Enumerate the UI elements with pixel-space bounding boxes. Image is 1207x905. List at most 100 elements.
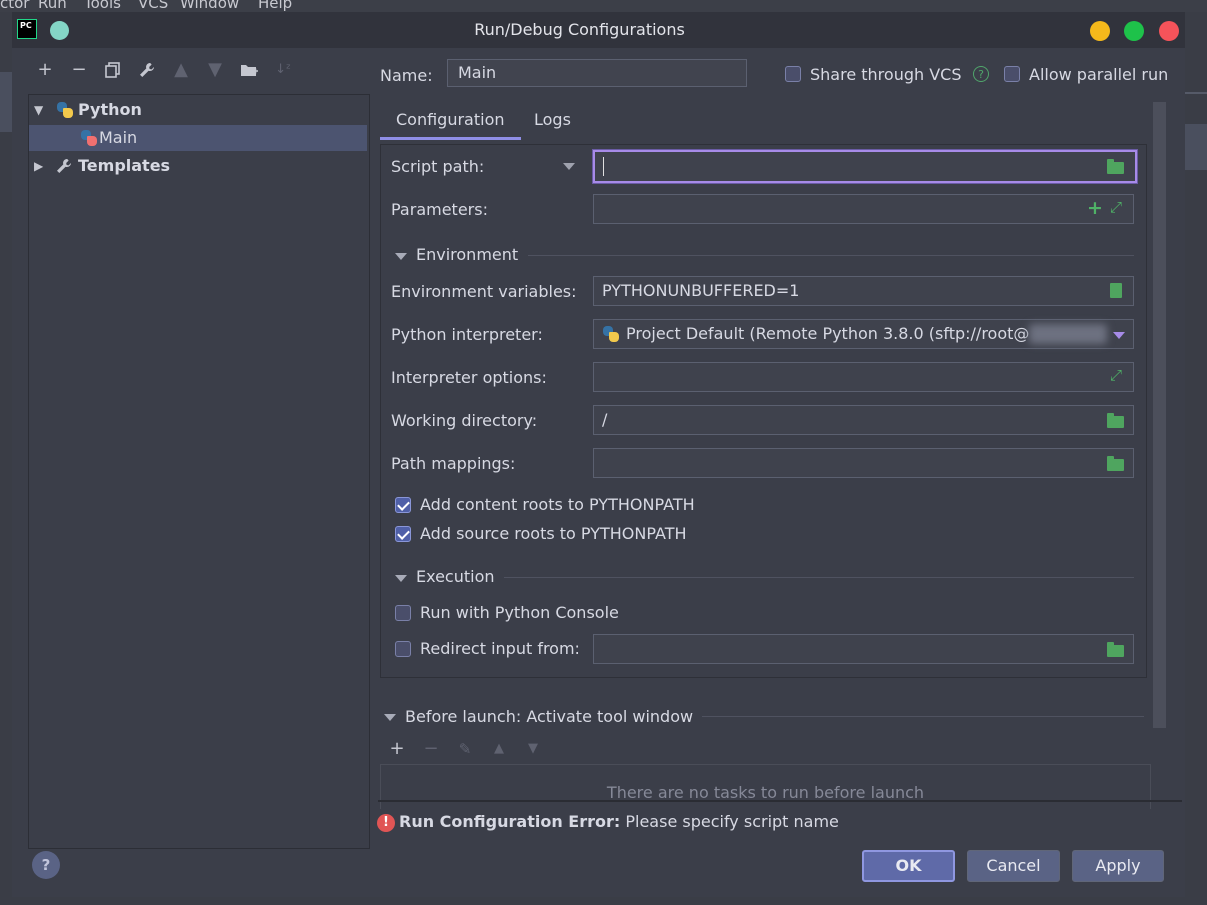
maximize-button[interactable] — [1124, 21, 1144, 41]
python-interpreter-icon — [603, 326, 619, 342]
wrench-icon[interactable] — [136, 59, 158, 81]
ok-button[interactable]: OK — [862, 850, 955, 882]
before-launch-task-list[interactable]: There are no tasks to run before launch — [380, 764, 1151, 809]
menu-item[interactable]: Run — [38, 0, 67, 12]
menu-item[interactable]: ctor — [0, 0, 29, 12]
copy-icon[interactable] — [102, 59, 124, 81]
share-vcs-label: Share through VCS — [810, 65, 962, 84]
collapse-arrow-icon[interactable] — [395, 575, 407, 582]
tree-item-label: Main — [99, 128, 138, 147]
wrench-icon — [56, 158, 72, 178]
remove-icon[interactable]: − — [68, 59, 90, 81]
text-cursor — [603, 157, 604, 176]
move-task-up-icon[interactable]: ▲ — [488, 738, 510, 760]
error-text: Please specify script name — [625, 812, 839, 831]
tab-configuration[interactable]: Configuration — [380, 104, 521, 140]
cancel-button[interactable]: Cancel — [967, 850, 1060, 882]
tab-logs[interactable]: Logs — [518, 104, 587, 140]
section-divider — [504, 577, 1134, 578]
working-dir-label: Working directory: — [391, 411, 538, 430]
name-label: Name: — [380, 66, 433, 85]
edit-env-vars-icon[interactable] — [1110, 283, 1122, 298]
sort-icon[interactable]: ↓ᶻ — [272, 59, 294, 81]
path-mappings-label: Path mappings: — [391, 454, 516, 473]
interpreter-options-input[interactable] — [593, 362, 1134, 392]
content-roots-label: Add content roots to PYTHONPATH — [420, 495, 695, 514]
collapsed-arrow-icon[interactable]: ▶ — [34, 159, 43, 173]
tree-item-python[interactable]: ▼ Python — [29, 97, 367, 123]
interpreter-label: Python interpreter: — [391, 325, 543, 344]
add-icon[interactable]: + — [34, 59, 56, 81]
configurations-tree: ▼ Python Main ▶ Templates — [28, 94, 370, 849]
path-mappings-input[interactable] — [593, 448, 1134, 478]
name-input[interactable]: Main — [447, 59, 747, 87]
move-up-icon[interactable]: ▲ — [170, 59, 192, 81]
title-bar[interactable]: Run/Debug Configurations — [12, 12, 1185, 48]
expand-arrow-icon[interactable]: ▼ — [34, 103, 43, 117]
add-parameter-icon[interactable]: + — [1087, 197, 1103, 219]
env-vars-label: Environment variables: — [391, 282, 577, 301]
help-button[interactable]: ? — [32, 851, 60, 879]
python-console-checkbox[interactable] — [395, 605, 411, 621]
env-vars-input[interactable]: PYTHONUNBUFFERED=1 — [593, 276, 1134, 306]
apply-button[interactable]: Apply — [1072, 850, 1164, 882]
redacted-host — [1029, 324, 1107, 344]
menu-item[interactable]: Help — [258, 0, 292, 12]
chevron-down-icon[interactable] — [1113, 332, 1125, 339]
menu-item[interactable]: VCS — [138, 0, 168, 12]
content-roots-checkbox[interactable] — [395, 497, 411, 513]
menu-item[interactable]: Tools — [84, 0, 121, 12]
working-dir-input[interactable]: / — [593, 405, 1134, 435]
dialog-title: Run/Debug Configurations — [474, 20, 685, 39]
folder-icon[interactable] — [1107, 642, 1124, 657]
move-down-icon[interactable]: ▼ — [204, 59, 226, 81]
python-console-label: Run with Python Console — [420, 603, 619, 622]
script-path-label: Script path: — [391, 157, 485, 176]
error-message: ! Run Configuration Error: Please specif… — [377, 812, 839, 832]
tree-item-main[interactable]: Main — [29, 125, 367, 151]
edit-task-icon[interactable]: ✎ — [454, 738, 476, 760]
error-icon: ! — [377, 814, 395, 832]
parallel-run-checkbox[interactable] — [1004, 66, 1020, 82]
config-tabs: Configuration Logs — [380, 104, 1150, 140]
script-type-dropdown-icon[interactable] — [563, 163, 575, 170]
help-icon[interactable]: ? — [973, 66, 989, 82]
source-roots-checkbox[interactable] — [395, 526, 411, 542]
new-folder-icon[interactable] — [238, 59, 260, 81]
python-icon — [57, 102, 73, 118]
close-button[interactable] — [1159, 21, 1179, 41]
tree-item-templates[interactable]: ▶ Templates — [29, 153, 367, 179]
configurations-toolbar: + − ▲ ▼ ↓ᶻ — [28, 59, 368, 83]
execution-section-title: Execution — [416, 567, 495, 586]
move-task-down-icon[interactable]: ▼ — [522, 738, 544, 760]
remove-task-icon[interactable]: − — [420, 738, 442, 760]
minimize-button[interactable] — [1090, 21, 1110, 41]
add-task-icon[interactable]: + — [386, 738, 408, 760]
parallel-run-label: Allow parallel run — [1029, 65, 1169, 84]
error-title: Run Configuration Error: — [399, 812, 621, 831]
interpreter-options-label: Interpreter options: — [391, 368, 547, 387]
share-vcs-checkbox[interactable] — [785, 66, 801, 82]
background-right-strip — [1185, 12, 1207, 905]
tree-item-label: Templates — [78, 156, 171, 175]
script-path-input[interactable] — [593, 150, 1137, 183]
environment-section-title: Environment — [416, 245, 519, 264]
parameters-input[interactable] — [593, 194, 1134, 224]
before-launch-title: Before launch: Activate tool window — [405, 707, 694, 726]
expand-icon[interactable]: ⤢ — [1110, 198, 1122, 216]
section-divider — [702, 716, 1144, 717]
redirect-input-field[interactable] — [593, 634, 1134, 664]
configurations-panel: + − ▲ ▼ ↓ᶻ ▼ Python Main ▶ Templates — [28, 59, 370, 849]
folder-icon[interactable] — [1107, 456, 1124, 471]
collapse-arrow-icon[interactable] — [384, 714, 396, 721]
redirect-input-checkbox[interactable] — [395, 641, 411, 657]
menu-item[interactable]: Window — [180, 0, 239, 12]
expand-icon[interactable]: ⤢ — [1110, 366, 1122, 384]
folder-icon[interactable] — [1107, 159, 1124, 174]
run-debug-dialog: Run/Debug Configurations + − ▲ ▼ ↓ᶻ ▼ — [12, 12, 1185, 897]
vertical-scrollbar[interactable] — [1153, 102, 1166, 728]
parameters-label: Parameters: — [391, 200, 488, 219]
collapse-arrow-icon[interactable] — [395, 253, 407, 260]
folder-icon[interactable] — [1107, 413, 1124, 428]
tree-item-label: Python — [78, 100, 142, 119]
